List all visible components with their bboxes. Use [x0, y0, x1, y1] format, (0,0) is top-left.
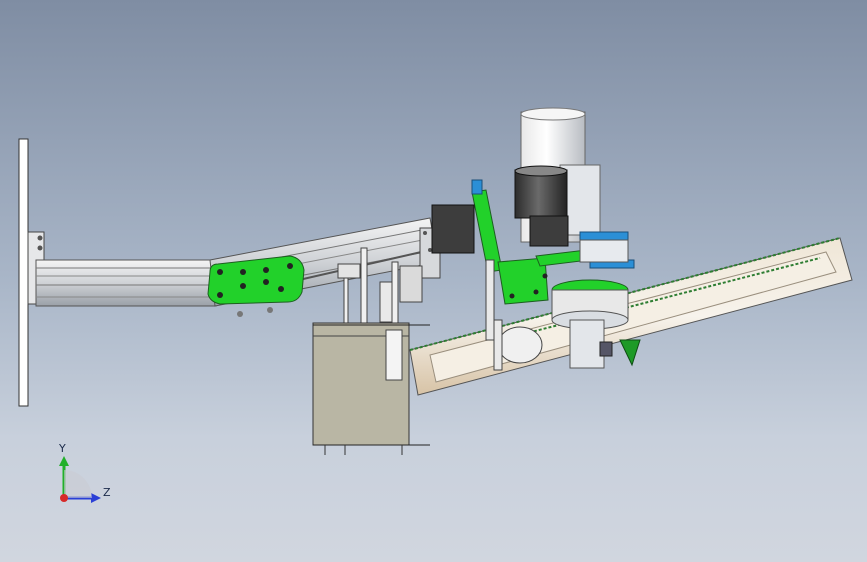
- axis-triad: [59, 456, 101, 503]
- horizontal-rail[interactable]: [35, 259, 217, 307]
- drive-motor[interactable]: [431, 165, 569, 254]
- assembly-model[interactable]: [0, 0, 867, 562]
- green-joint-bracket[interactable]: [207, 255, 305, 317]
- y-axis-label: Y: [59, 442, 66, 455]
- cad-viewport[interactable]: Y Z: [0, 0, 867, 562]
- blue-brackets[interactable]: [579, 231, 635, 269]
- x-axis-origin-icon: [60, 494, 68, 502]
- storage-box[interactable]: [312, 322, 430, 455]
- z-axis-label: Z: [103, 486, 111, 499]
